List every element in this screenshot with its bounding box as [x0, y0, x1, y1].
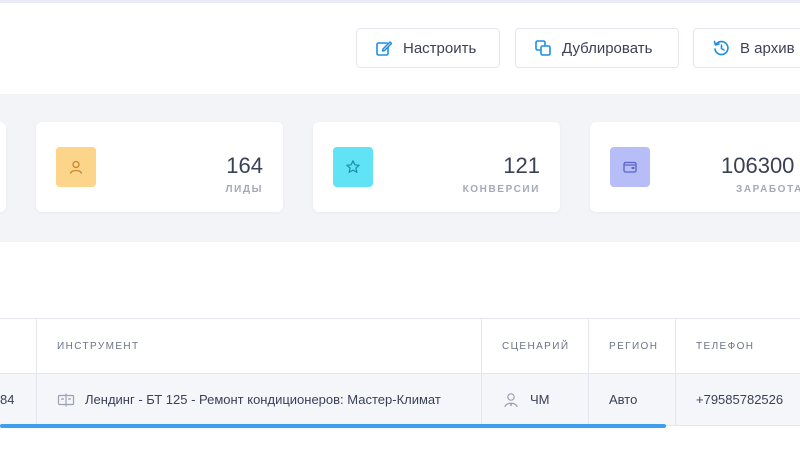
cell-id: 84	[0, 392, 15, 407]
leads-label: ЛИДЫ	[225, 184, 263, 195]
instrument-name: Лендинг - БТ 125 - Ремонт кондиционеров:…	[85, 392, 441, 407]
table-row[interactable]: 84 Лендинг - БТ 125 - Ремонт кондиционер…	[0, 374, 800, 426]
wallet-icon	[623, 161, 637, 173]
duplicate-label: Дублировать	[562, 39, 653, 57]
stat-card-earned: 106300 ЗАРАБОТАН	[590, 122, 800, 212]
horizontal-scrollbar[interactable]	[0, 424, 666, 428]
archive-button[interactable]: В архив	[693, 28, 800, 68]
earned-label: ЗАРАБОТАН	[736, 184, 800, 195]
edit-icon	[376, 41, 393, 56]
user-icon	[69, 160, 83, 174]
conversions-label: КОНВЕРСИИ	[462, 184, 540, 195]
conversions-icon-box	[333, 147, 373, 187]
cell-region: Авто	[588, 374, 675, 425]
configure-label: Настроить	[403, 39, 477, 57]
toolbar: Настроить Дублировать В архив	[0, 0, 800, 90]
col-header-instrument[interactable]: ИНСТРУМЕНТ	[36, 319, 481, 374]
earned-icon-box	[610, 147, 650, 187]
archive-label: В архив	[740, 39, 795, 57]
earned-value: 106300	[721, 153, 795, 178]
col-header-phone[interactable]: ТЕЛЕФОН	[675, 319, 800, 374]
copy-icon	[535, 40, 551, 56]
cell-instrument[interactable]: Лендинг - БТ 125 - Ремонт кондиционеров:…	[36, 374, 481, 425]
cell-phone: +79585782526	[675, 374, 800, 425]
star-icon	[346, 160, 360, 173]
leads-icon-box	[56, 147, 96, 187]
stat-card-conversions: 121 КОНВЕРСИИ	[313, 122, 560, 212]
scenario-user-icon	[504, 392, 518, 407]
landing-page-icon	[57, 393, 75, 406]
col-header-region[interactable]: РЕГИОН	[588, 319, 675, 374]
cell-scenario: ЧМ	[481, 374, 588, 425]
col-header-scenario[interactable]: СЦЕНАРИЙ	[481, 319, 588, 374]
stat-card-leads: 164 ЛИДЫ	[36, 122, 283, 212]
duplicate-button[interactable]: Дублировать	[515, 28, 679, 68]
conversions-value: 121	[503, 153, 540, 178]
history-icon	[713, 40, 729, 56]
leads-value: 164	[226, 153, 263, 178]
stats-panel: 164 ЛИДЫ 121 КОНВЕРСИИ 106300 ЗАРАБОТАН	[0, 94, 800, 242]
configure-button[interactable]: Настроить	[356, 28, 500, 68]
scenario-value: ЧМ	[530, 392, 550, 407]
stat-card-partial	[0, 122, 6, 212]
tools-table: ИНСТРУМЕНТ СЦЕНАРИЙ РЕГИОН ТЕЛЕФОН 84 Ле…	[0, 318, 800, 428]
table-header: ИНСТРУМЕНТ СЦЕНАРИЙ РЕГИОН ТЕЛЕФОН	[0, 318, 800, 374]
